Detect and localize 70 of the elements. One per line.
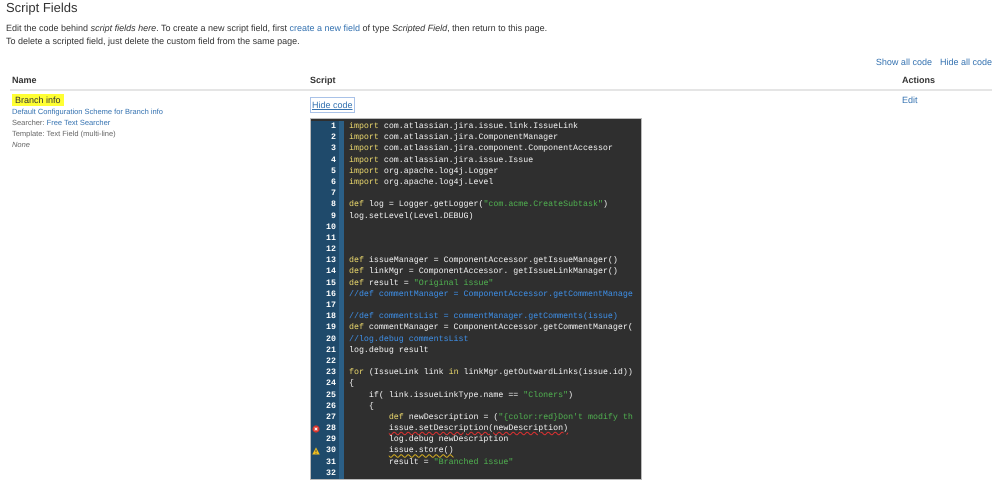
line-number: 32 <box>326 468 336 480</box>
page-title: Script Fields <box>6 0 79 16</box>
code-line: import org.apache.log4j.Logger <box>349 166 498 176</box>
code-line: import com.atlassian.jira.ComponentManager <box>349 133 558 142</box>
line-number: 30 <box>326 445 336 457</box>
code-line: def commentManager = ComponentAccessor.getCommentManager( <box>349 323 633 332</box>
line-number: 20 <box>326 334 336 345</box>
code-line: def linkMgr = ComponentAccessor. getIssueLinkManager() <box>349 267 618 276</box>
line-number: 26 <box>326 400 336 412</box>
column-header: Name <box>12 75 37 85</box>
code-line: def result = "Original issue" <box>349 278 494 288</box>
code-line: def issueManager = ComponentAccessor.getIssueManager() <box>349 256 618 266</box>
code-line: if( link.issueLinkType.name == "Cloners") <box>368 390 574 400</box>
column-header: Actions <box>902 75 936 85</box>
code-line: issue.setDescription(newDescription) <box>388 424 568 434</box>
line-number: 31 <box>326 456 336 468</box>
line-number: 7 <box>331 188 336 200</box>
line-number: 15 <box>326 278 336 289</box>
line-number: 9 <box>331 210 336 222</box>
line-number: 18 <box>326 311 336 322</box>
line-number: 13 <box>326 255 336 266</box>
line-number: 11 <box>326 232 336 244</box>
line-number: 10 <box>326 222 336 233</box>
line-number: 12 <box>326 244 336 256</box>
code-line: def newDescription = ("{color:red}Don't modify th <box>388 412 633 422</box>
code-line: //def commentsList = commentManager.getComments(issue) <box>349 312 618 322</box>
code-line: //log.debug commentsList <box>349 334 468 344</box>
create-field-link[interactable]: create a new field <box>290 23 360 33</box>
intro-text: To delete a scripted field, just delete the custom field from the same page. <box>6 35 301 48</box>
line-number: 14 <box>326 266 336 278</box>
code-line: { <box>349 379 354 388</box>
hide-code-button[interactable]: Hide code <box>310 97 355 113</box>
code-line: issue.store() <box>388 446 454 456</box>
code-line: import com.atlassian.jira.issue.link.IssueLink <box>349 122 578 131</box>
line-number: 6 <box>331 176 336 188</box>
intro-text: Edit the code behind script fields here. To create a new script field, first create a new field of type Scripted Field, then return to this page. <box>6 22 548 35</box>
line-number: 25 <box>326 390 336 401</box>
line-number: 23 <box>326 367 336 378</box>
code-toggle-link[interactable]: Hide all code <box>940 57 992 67</box>
line-number: 16 <box>326 288 336 300</box>
line-number: 21 <box>326 344 336 356</box>
line-number: 22 <box>326 356 336 368</box>
code-line: import com.atlassian.jira.component.ComponentAccessor <box>349 144 613 154</box>
line-number: 3 <box>331 143 336 155</box>
code-line: import org.apache.log4j.Level <box>349 178 494 187</box>
line-number: 8 <box>331 199 336 211</box>
code-line: def log = Logger.getLogger("com.acme.CreateSubtask") <box>349 200 608 210</box>
column-header: Script <box>310 75 336 85</box>
code-line: log.debug newDescription <box>388 435 508 444</box>
line-number: 29 <box>326 434 336 446</box>
line-number: 19 <box>326 322 336 334</box>
line-number: 17 <box>326 300 336 312</box>
code-line: log.setLevel(Level.DEBUG) <box>349 212 474 220</box>
code-toggle-link[interactable]: Show all code <box>876 57 932 67</box>
line-number: 2 <box>331 132 336 144</box>
code-line: //def commentManager = ComponentAccessor.getCommentManage <box>349 290 633 299</box>
code-line: { <box>368 402 374 411</box>
line-number: 5 <box>331 166 336 177</box>
line-number: 4 <box>331 154 336 166</box>
code-line: result = "Branched issue" <box>388 458 514 467</box>
code-line: for (IssueLink link in linkMgr.getOutwardLinks(issue.id)) <box>349 368 633 378</box>
edit-link[interactable]: Edit <box>902 95 918 105</box>
code-line: log.debug result <box>349 346 429 355</box>
line-number: 24 <box>326 378 336 390</box>
line-number: 1 <box>331 121 336 132</box>
line-number: 27 <box>326 412 336 424</box>
code-line: import com.atlassian.jira.issue.Issue <box>349 156 534 165</box>
code-editor[interactable] <box>310 118 642 480</box>
field-name: Branch info <box>12 94 64 106</box>
line-number: 28 <box>326 423 336 434</box>
